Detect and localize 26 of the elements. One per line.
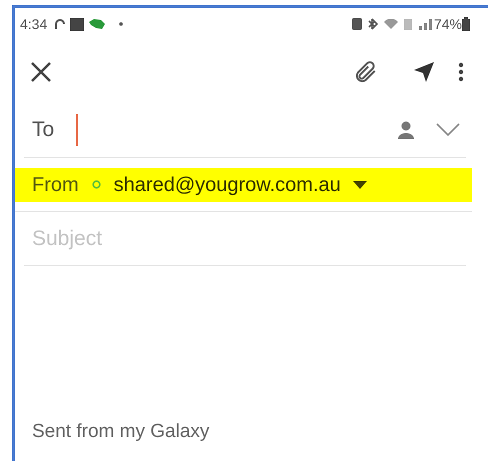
dot-icon [119,22,124,26]
person-icon[interactable] [396,120,416,140]
signal-icon [418,18,432,30]
battery-icon [462,17,470,31]
close-icon[interactable] [30,61,52,83]
signature-text: Sent from my Galaxy [32,420,210,444]
battery-percent: 74% [434,14,462,34]
bluetooth-icon [368,18,378,30]
data-icon [404,18,412,30]
wifi-icon [384,19,398,29]
status-dot-icon [92,180,101,189]
send-icon[interactable] [412,60,436,84]
hook-icon [55,19,66,29]
to-label: To [32,116,54,143]
from-account: shared@yougrow.com.au [114,172,341,198]
status-time: 4:34 [20,14,48,34]
from-row[interactable]: From shared@yougrow.com.au [14,168,472,202]
from-label: From [32,172,79,198]
lock-icon [352,18,362,30]
text-cursor [76,114,78,146]
chevron-down-icon[interactable] [436,122,460,136]
subject-field[interactable]: Subject [24,212,466,266]
more-options-icon[interactable] [458,62,464,82]
dropdown-caret-icon[interactable] [352,180,367,188]
map-icon [89,19,106,29]
app-icon [70,18,84,30]
